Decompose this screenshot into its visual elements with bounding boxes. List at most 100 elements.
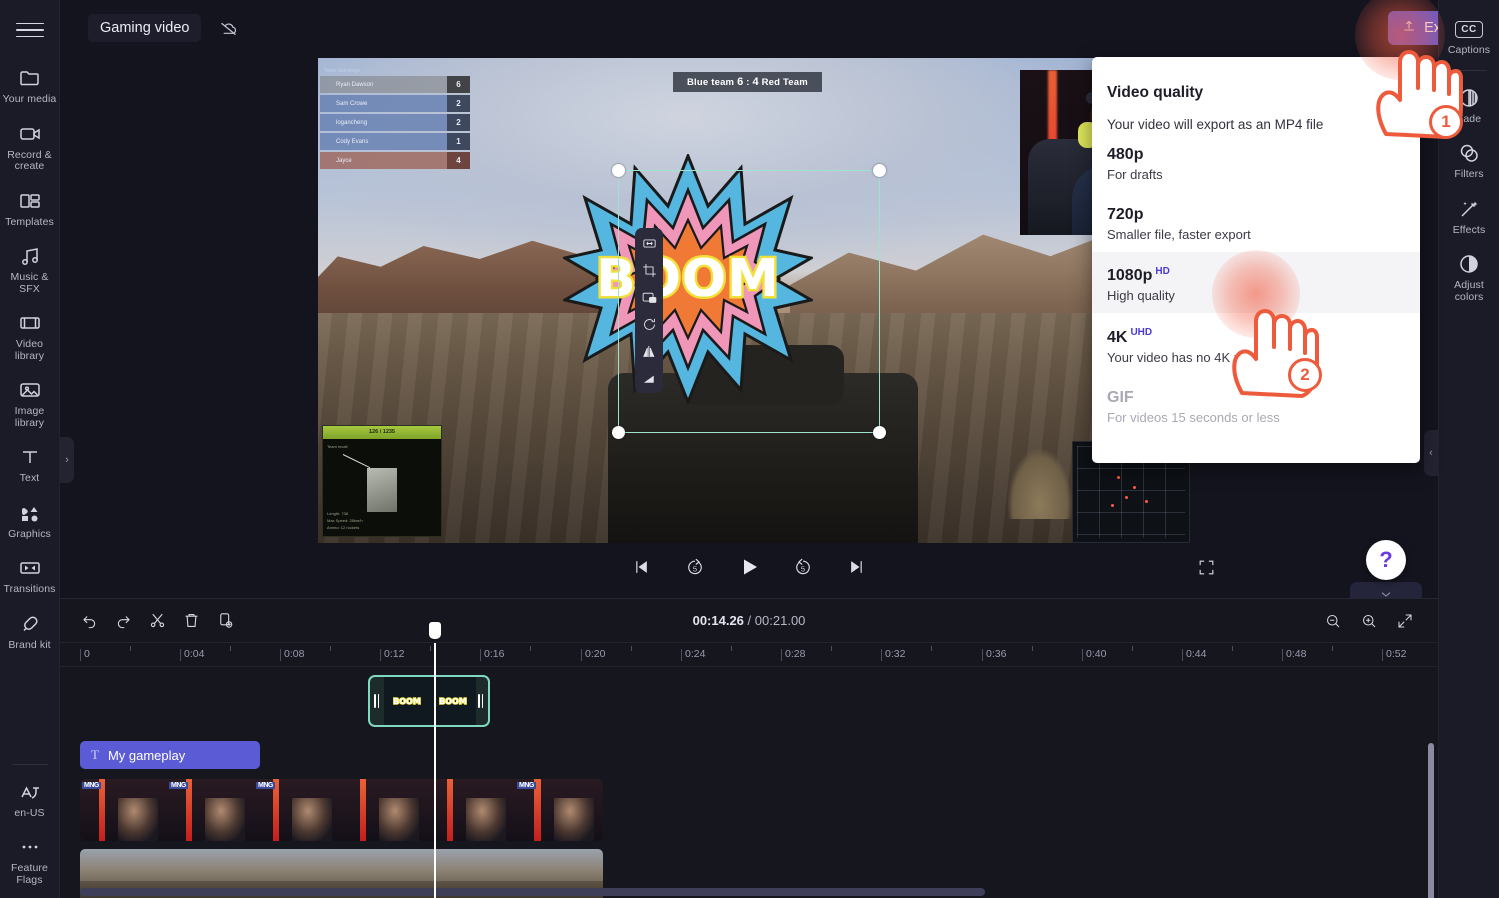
project-title-input[interactable]: Gaming video bbox=[88, 14, 202, 42]
sidebar-label: Feature Flags bbox=[11, 862, 48, 886]
undo-button[interactable] bbox=[74, 606, 104, 636]
video-preview[interactable]: Team Standings Ryan Dawson 6 Sam Crowe 2… bbox=[318, 58, 1190, 543]
sidebar-item-text[interactable]: Text bbox=[0, 436, 60, 492]
quality-option-720p[interactable]: 720p Smaller file, faster export bbox=[1092, 192, 1420, 252]
sidebar-item-language[interactable]: en-US bbox=[0, 771, 60, 827]
resize-handle-bottom-right[interactable] bbox=[873, 426, 886, 439]
sidebar-item-music-sfx[interactable]: Music & SFX bbox=[0, 235, 60, 302]
left-sidebar: Your media Record & create Templates Mus… bbox=[0, 0, 60, 898]
timeline-horizontal-scrollbar[interactable] bbox=[80, 888, 985, 896]
rotate-icon[interactable] bbox=[639, 315, 659, 333]
skip-to-start-button[interactable] bbox=[627, 553, 655, 581]
fit-to-width-icon[interactable] bbox=[639, 234, 659, 252]
score-separator: : bbox=[746, 77, 750, 88]
playhead-knob[interactable] bbox=[429, 622, 441, 639]
right-item-label: Effects bbox=[1452, 223, 1486, 236]
duplicate-button[interactable] bbox=[210, 606, 240, 636]
ruler-label: 0:44 bbox=[1186, 648, 1207, 660]
chevron-left-icon: ‹ bbox=[1429, 447, 1433, 459]
sidebar-item-image-library[interactable]: Image library bbox=[0, 369, 60, 436]
timeline-clip-text[interactable]: T My gameplay bbox=[80, 741, 260, 769]
minimap-enemy-dot bbox=[1145, 500, 1148, 503]
rewind-5s-button[interactable]: 5 bbox=[681, 553, 709, 581]
help-question-icon: ? bbox=[1379, 547, 1393, 572]
sidebar-item-graphics[interactable]: Graphics bbox=[0, 492, 60, 548]
film-strip-icon bbox=[17, 311, 43, 335]
brand-kit-icon bbox=[17, 612, 43, 636]
scoreboard-row: Cody Evans 1 bbox=[320, 133, 470, 150]
ruler-label: 0:36 bbox=[986, 648, 1007, 660]
player-name: logancheng bbox=[320, 114, 447, 131]
ruler-label: 0:24 bbox=[685, 648, 706, 660]
top-bar: Gaming video Export bbox=[60, 0, 1499, 56]
zoom-in-button[interactable] bbox=[1354, 606, 1384, 636]
flip-horizontal-icon[interactable] bbox=[639, 342, 659, 360]
picture-in-picture-icon[interactable] bbox=[639, 288, 659, 306]
right-item-label: Filters bbox=[1454, 168, 1484, 180]
sidebar-item-transitions[interactable]: Transitions bbox=[0, 547, 60, 603]
quality-desc: Smaller file, faster export bbox=[1107, 227, 1251, 242]
game-minimap-left: 126 / 1235 Team recall Length: 738 Max S… bbox=[322, 425, 442, 537]
sidebar-item-feature-flags[interactable]: Feature Flags bbox=[0, 826, 60, 898]
sidebar-item-templates[interactable]: Templates bbox=[0, 180, 60, 236]
collapse-right-panel-handle[interactable]: ‹ bbox=[1424, 430, 1438, 476]
right-item-adjust-colors[interactable]: Adjust colors bbox=[1439, 243, 1499, 310]
split-button[interactable] bbox=[142, 606, 172, 636]
delete-button[interactable] bbox=[176, 606, 206, 636]
minimap-card bbox=[367, 468, 397, 512]
video-thumb-logo: MNG bbox=[256, 782, 275, 789]
clip-thumbnail: BOOM bbox=[384, 677, 430, 725]
music-note-icon bbox=[17, 244, 43, 268]
fullscreen-button[interactable] bbox=[1192, 553, 1220, 581]
resize-handle-top-right[interactable] bbox=[873, 164, 886, 177]
blue-team-label: Blue team bbox=[687, 77, 735, 88]
resize-handle-bottom-left[interactable] bbox=[612, 426, 625, 439]
right-item-filters[interactable]: Filters bbox=[1439, 132, 1499, 188]
fade-icon[interactable] bbox=[639, 369, 659, 387]
clip-trim-handle-left[interactable] bbox=[374, 694, 379, 708]
forward-seconds-label: 5 bbox=[800, 564, 806, 574]
sidebar-item-record-create[interactable]: Record & create bbox=[0, 113, 60, 180]
timeline-tracks[interactable]: BOOM BOOM T My gameplay MNG MNG MNG MNG bbox=[60, 667, 1438, 898]
bush bbox=[1008, 449, 1072, 519]
timeline-ruler[interactable]: 0 0:04 0:08 0:12 0:16 0:20 0:24 0:28 0:3… bbox=[60, 643, 1438, 667]
sidebar-item-video-library[interactable]: Video library bbox=[0, 302, 60, 369]
minimap-pointer-line bbox=[342, 454, 371, 469]
forward-5s-button[interactable]: 5 bbox=[789, 553, 817, 581]
cloud-off-icon[interactable] bbox=[215, 15, 241, 41]
timeline-clip-sticker[interactable]: BOOM BOOM bbox=[368, 675, 490, 727]
sidebar-label: Your media bbox=[2, 93, 57, 105]
sidebar-label: Text bbox=[19, 472, 40, 484]
minimap-enemy-dot bbox=[1117, 476, 1120, 479]
timeline-vertical-scrollbar[interactable] bbox=[1428, 743, 1434, 898]
quality-name: 1080p bbox=[1107, 267, 1153, 285]
fit-timeline-button[interactable] bbox=[1390, 606, 1420, 636]
clip-trim-handle-right[interactable] bbox=[478, 694, 483, 708]
minimap-label: Team recall bbox=[327, 444, 348, 449]
timeline-panel: 00:14.26 / 00:21.00 0 0:04 0:08 0:12 0:1… bbox=[60, 598, 1438, 898]
timeline-clip-video-webcam[interactable]: MNG MNG MNG MNG bbox=[80, 779, 603, 841]
timeline-playhead[interactable] bbox=[429, 622, 441, 898]
crop-icon[interactable] bbox=[639, 261, 659, 279]
right-item-effects[interactable]: Effects bbox=[1439, 188, 1499, 244]
redo-button[interactable] bbox=[108, 606, 138, 636]
sidebar-item-brand-kit[interactable]: Brand kit bbox=[0, 603, 60, 659]
quality-option-480p[interactable]: 480p For drafts bbox=[1092, 132, 1420, 192]
expand-left-panel-handle[interactable]: › bbox=[60, 437, 74, 483]
help-button[interactable]: ? bbox=[1366, 540, 1406, 580]
templates-icon bbox=[17, 189, 43, 213]
ruler-label: 0:32 bbox=[885, 648, 906, 660]
folder-icon bbox=[17, 66, 43, 90]
scoreboard-row: Jayce 4 bbox=[320, 152, 470, 169]
sidebar-item-your-media[interactable]: Your media bbox=[0, 57, 60, 113]
hamburger-icon[interactable] bbox=[15, 17, 44, 43]
zoom-out-button[interactable] bbox=[1318, 606, 1348, 636]
element-float-toolbar bbox=[635, 228, 663, 393]
video-thumb-logo: MNG bbox=[169, 782, 188, 789]
player-name: Cody Evans bbox=[320, 133, 447, 150]
red-team-label: Red Team bbox=[761, 77, 808, 88]
skip-to-end-button[interactable] bbox=[843, 553, 871, 581]
play-button[interactable] bbox=[735, 553, 763, 581]
text-t-icon bbox=[17, 445, 43, 469]
resize-handle-top-left[interactable] bbox=[612, 164, 625, 177]
